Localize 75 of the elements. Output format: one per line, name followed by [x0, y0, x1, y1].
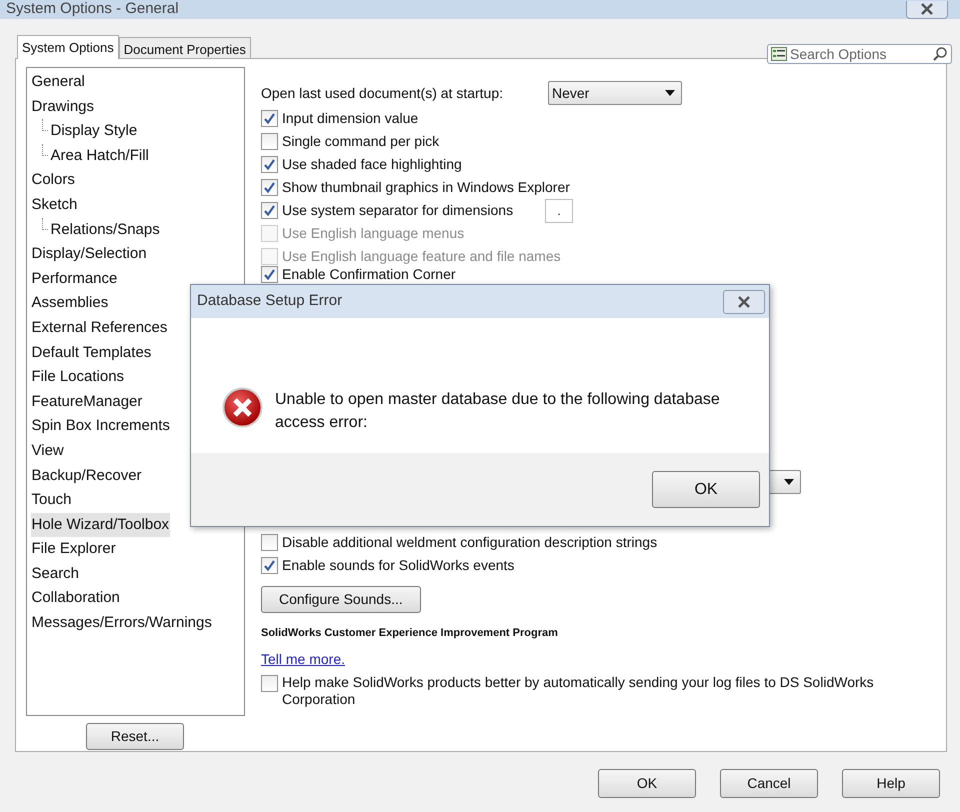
- checkbox[interactable]: [261, 266, 278, 283]
- checkbox-label: Help make SolidWorks products better by automatically sending your log files to DS SolidWorks Corporation: [282, 674, 875, 708]
- tree-item[interactable]: External References: [30, 316, 168, 341]
- dialog-button[interactable]: Help: [842, 769, 940, 798]
- tree-item[interactable]: Area Hatch/Fill: [50, 144, 150, 168]
- checkmark-icon: [263, 559, 276, 572]
- dropdown-arrow-icon: [665, 90, 675, 96]
- checkbox[interactable]: [261, 534, 278, 551]
- tree-item[interactable]: Assemblies: [30, 291, 110, 316]
- configure-sounds-button[interactable]: Configure Sounds...: [261, 586, 421, 612]
- tab[interactable]: System Options: [17, 35, 119, 59]
- tree-item[interactable]: Colors: [30, 168, 76, 193]
- option-label: Open last used document(s) at startup:: [261, 84, 504, 103]
- error-icon: [222, 387, 263, 428]
- options-list-icon: [771, 47, 787, 61]
- checkmark-icon: [263, 181, 276, 194]
- tree-item[interactable]: Spin Box Increments: [30, 414, 171, 439]
- tree-item[interactable]: Collaboration: [30, 586, 121, 612]
- window-title: System Options - General: [6, 0, 179, 20]
- link[interactable]: Tell me more.: [261, 649, 346, 670]
- dropdown-arrow-icon: [784, 479, 794, 485]
- dropdown[interactable]: Never: [548, 81, 682, 105]
- tree-item[interactable]: Hole Wizard/Toolbox: [30, 512, 170, 538]
- tree-item[interactable]: Sketch: [30, 192, 78, 218]
- tree-item[interactable]: Default Templates: [30, 340, 152, 366]
- checkmark-icon: [263, 158, 276, 171]
- tree-item[interactable]: File Explorer: [30, 537, 117, 562]
- close-icon: [736, 296, 752, 308]
- dialog-button[interactable]: OK: [598, 769, 696, 798]
- checkbox[interactable]: [261, 675, 278, 692]
- checkbox-label: Use system separator for dimensions: [282, 201, 514, 220]
- checkmark-icon: [263, 268, 276, 281]
- separator-field[interactable]: .: [545, 198, 574, 222]
- section-heading: SolidWorks Customer Experience Improvement Program: [261, 626, 558, 641]
- tree-item[interactable]: Display/Selection: [30, 242, 148, 267]
- reset-button[interactable]: Reset...: [86, 723, 184, 750]
- dialog-title: Database Setup Error: [197, 291, 342, 312]
- close-button[interactable]: [723, 290, 765, 314]
- tree-item[interactable]: Touch: [30, 488, 73, 513]
- tree-item[interactable]: FeatureManager: [30, 390, 144, 414]
- error-message: Unable to open master database due to the following database access error:: [275, 390, 721, 433]
- tree-item[interactable]: General: [30, 70, 86, 95]
- checkbox[interactable]: [261, 156, 278, 173]
- tree-item[interactable]: File Locations: [30, 365, 126, 390]
- dialog-button[interactable]: Cancel: [720, 769, 818, 798]
- checkbox[interactable]: [261, 557, 278, 574]
- checkbox-label: Enable Confirmation Corner: [282, 265, 456, 284]
- tab[interactable]: Document Properties: [118, 37, 251, 58]
- checkbox-label: Input dimension value: [282, 109, 418, 128]
- checkmark-icon: [263, 204, 276, 217]
- tree-item[interactable]: Drawings: [30, 94, 96, 120]
- search-field[interactable]: Search Options: [767, 44, 952, 64]
- tree-item[interactable]: Search: [30, 562, 80, 586]
- tree-item[interactable]: Backup/Recover: [30, 464, 143, 488]
- tree-item[interactable]: View: [30, 438, 65, 464]
- checkbox[interactable]: [261, 133, 278, 150]
- checkbox[interactable]: [261, 202, 278, 219]
- checkbox-label: Single command per pick: [282, 132, 440, 151]
- tree-item[interactable]: Performance: [30, 266, 118, 292]
- checkbox-label: Enable sounds for SolidWorks events: [282, 556, 514, 575]
- tree-item[interactable]: Display Style: [50, 119, 138, 144]
- tree-item[interactable]: Messages/Errors/Warnings: [30, 611, 213, 636]
- checkbox-label: Use English language feature and file names: [282, 247, 561, 266]
- close-icon: [919, 3, 935, 15]
- close-button[interactable]: [906, 0, 948, 18]
- checkbox-label: Show thumbnail graphics in Windows Explorer: [282, 178, 570, 197]
- checkbox-label: Use shaded face highlighting: [282, 155, 462, 174]
- checkbox-label: Use English language menus: [282, 224, 464, 243]
- checkbox[interactable]: [261, 179, 278, 196]
- checkmark-icon: [263, 112, 276, 125]
- tree-item[interactable]: Relations/Snaps: [50, 218, 161, 242]
- checkbox-label: Disable additional weldment configuration description strings: [282, 533, 658, 552]
- search-icon[interactable]: [932, 46, 948, 62]
- checkbox[interactable]: [261, 110, 278, 127]
- ok-button[interactable]: OK: [652, 471, 760, 508]
